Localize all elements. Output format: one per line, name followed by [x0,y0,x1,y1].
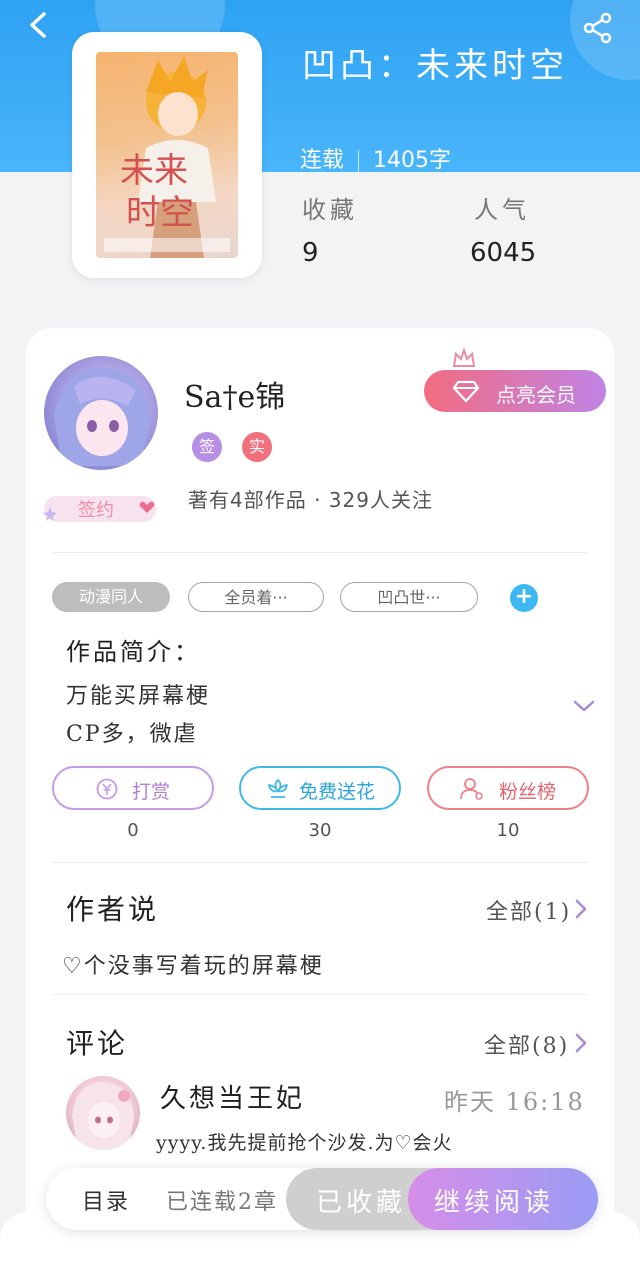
intro-heading: 作品简介： [66,638,201,666]
divider [52,862,588,863]
continue-reading-button[interactable]: 继续阅读 [408,1168,598,1230]
tag-all-members[interactable]: 全员着··· [188,582,324,612]
book-meta: 连载 1405字 [300,142,451,174]
comment-time: 昨天 16:18 [444,1088,585,1116]
add-tag-button[interactable]: + [510,584,538,612]
send-flower-label: 免费送花 [299,781,376,803]
yen-icon [96,778,118,800]
sign-badge-label: 签约 [78,500,114,521]
activate-vip-label: 点亮会员 [496,383,576,407]
tip-label: 打赏 [132,781,171,803]
author-avatar[interactable] [44,356,158,470]
book-cover-image: 未来 时空 [96,52,238,258]
user-icon [460,778,483,800]
tag-aotu-world[interactable]: 凹凸世··· [340,582,478,612]
author-said-all-link[interactable]: 全部(1) [486,894,571,926]
flower-icon [268,779,288,798]
fan-count: 10 [496,820,520,841]
continue-reading-label: 继续阅读 [434,1188,555,1218]
comments-heading: 评论 [66,1027,129,1060]
verified-badge: 实 [242,432,272,462]
comment-text: yyyy.我先提前抢个沙发.为♡会火 [156,1132,453,1154]
comments-all-link[interactable]: 全部(8) [484,1028,569,1060]
back-icon[interactable] [24,10,54,40]
tip-count: 0 [127,820,139,841]
favorites-label: 收藏 [302,196,358,224]
book-cover[interactable]: 未来 时空 [72,32,262,278]
divider [52,552,588,553]
favorited-label: 已收藏 [316,1188,407,1218]
divider [52,994,588,995]
popularity-label: 人气 [474,196,530,224]
author-info: 著有4部作品 · 329人关注 [188,488,433,512]
commenter-name[interactable]: 久想当王妃 [160,1078,305,1115]
flower-count: 30 [308,820,332,841]
intro-line: CP多，微虐 [66,722,198,747]
chevron-right-icon[interactable] [574,898,588,920]
intro-text: 万能买屏幕梗 CP多，微虐 [66,678,210,754]
svg-text:未来: 未来 [120,151,188,191]
chapter-status: 已连载2章 [166,1190,278,1215]
book-title: 凹凸：未来时空 [302,46,568,86]
intro-line: 万能买屏幕梗 [66,684,211,709]
send-flower-button[interactable]: 免费送花 [239,766,401,810]
tag-anime-fanfic[interactable]: 动漫同人 [52,582,170,612]
signed-badge: 签 [192,432,222,462]
popularity-count: 6045 [470,238,537,268]
activate-vip-button[interactable]: 点亮会员 [424,370,606,412]
author-name[interactable]: Sa†e锦 [184,372,285,416]
word-count: 1405字 [373,148,452,173]
crown-icon [452,348,476,367]
serial-status: 连载 [300,148,345,173]
favorites-count: 9 [302,238,319,268]
author-said-heading: 作者说 [66,893,160,926]
diamond-icon [452,380,480,403]
svg-text:时空: 时空 [126,193,194,233]
fan-ranking-label: 粉丝榜 [499,781,557,803]
fan-ranking-button[interactable]: 粉丝榜 [427,766,589,810]
chevron-down-icon[interactable] [572,698,596,714]
tip-button[interactable]: 打赏 [52,766,214,810]
chevron-right-icon[interactable] [574,1032,588,1054]
sign-badge: 签约 [43,496,156,522]
commenter-avatar[interactable] [66,1076,140,1150]
author-said-text: ♡个没事写着玩的屏幕梗 [62,954,324,979]
table-of-contents-button[interactable]: 目录 [82,1184,130,1216]
